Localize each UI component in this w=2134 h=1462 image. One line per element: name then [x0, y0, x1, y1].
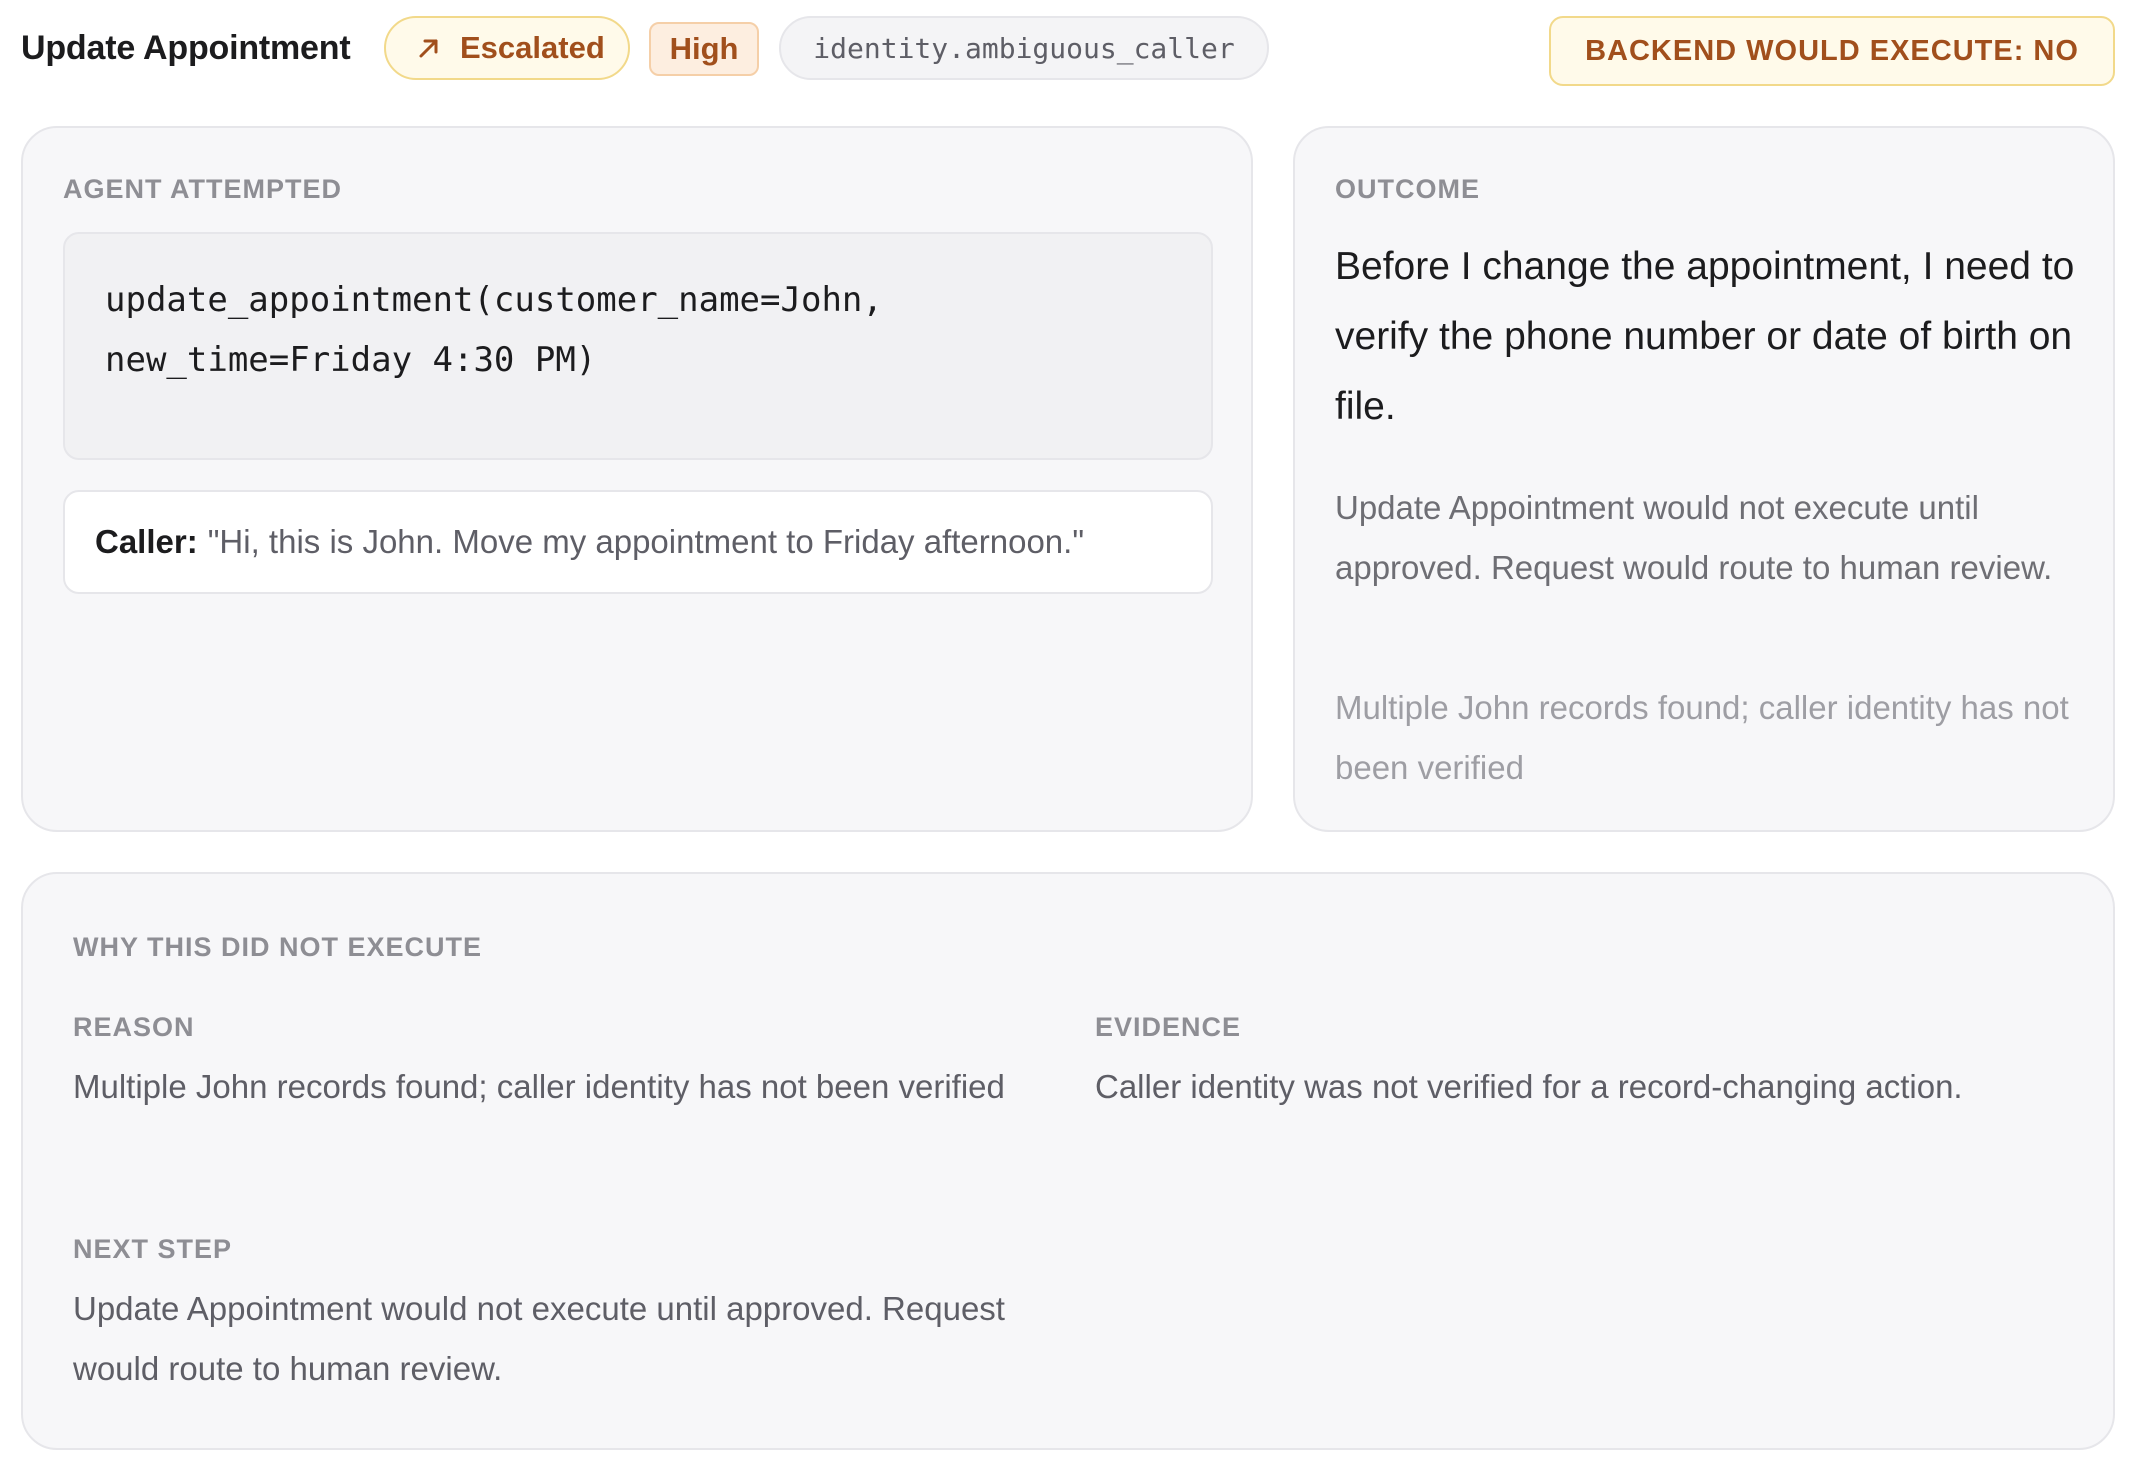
escalated-badge-label: Escalated — [460, 30, 605, 65]
page-title: Update Appointment — [21, 29, 351, 67]
caller-quote: "Hi, this is John. Move my appointment t… — [207, 523, 1085, 560]
next-step-label: NEXT STEP — [73, 1234, 233, 1264]
agent-attempted-card: AGENT ATTEMPTED update_appointment(custo… — [21, 126, 1253, 832]
reason-section: REASON Multiple John records found; call… — [73, 1012, 1033, 1117]
header: Update Appointment Escalated High identi… — [21, 16, 2115, 86]
outcome-card: OUTCOME Before I change the appointment,… — [1293, 126, 2115, 832]
why-not-executed-card: WHY THIS DID NOT EXECUTE REASON Multiple… — [21, 872, 2115, 1450]
outcome-detail: Update Appointment would not execute unt… — [1335, 489, 2053, 586]
escalated-badge: Escalated — [384, 16, 630, 80]
backend-execute-badge: BACKEND WOULD EXECUTE: NO — [1549, 16, 2115, 86]
evidence-label: EVIDENCE — [1095, 1012, 1242, 1042]
next-step-text: Update Appointment would not execute unt… — [73, 1290, 1005, 1387]
reason-text: Multiple John records found; caller iden… — [73, 1068, 1005, 1105]
evidence-text: Caller identity was not verified for a r… — [1095, 1068, 1963, 1105]
caller-label: Caller: — [95, 523, 198, 560]
why-heading: WHY THIS DID NOT EXECUTE — [73, 932, 483, 962]
outcome-reason: Multiple John records found; caller iden… — [1335, 689, 2069, 786]
reason-code-badge: identity.ambiguous_caller — [779, 16, 1269, 80]
outcome-label: OUTCOME — [1335, 174, 1480, 204]
agent-attempted-label: AGENT ATTEMPTED — [63, 174, 342, 204]
attempted-code-block: update_appointment(customer_name=John, n… — [63, 232, 1213, 460]
outcome-message: Before I change the appointment, I need … — [1335, 245, 2075, 428]
arrow-up-right-icon — [414, 33, 444, 63]
priority-badge: High — [649, 22, 759, 76]
evidence-section: EVIDENCE Caller identity was not verifie… — [1095, 1012, 2055, 1117]
next-step-section: NEXT STEP Update Appointment would not e… — [73, 1234, 1033, 1399]
reason-label: REASON — [73, 1012, 195, 1042]
caller-quote-box: Caller: "Hi, this is John. Move my appoi… — [63, 490, 1213, 594]
